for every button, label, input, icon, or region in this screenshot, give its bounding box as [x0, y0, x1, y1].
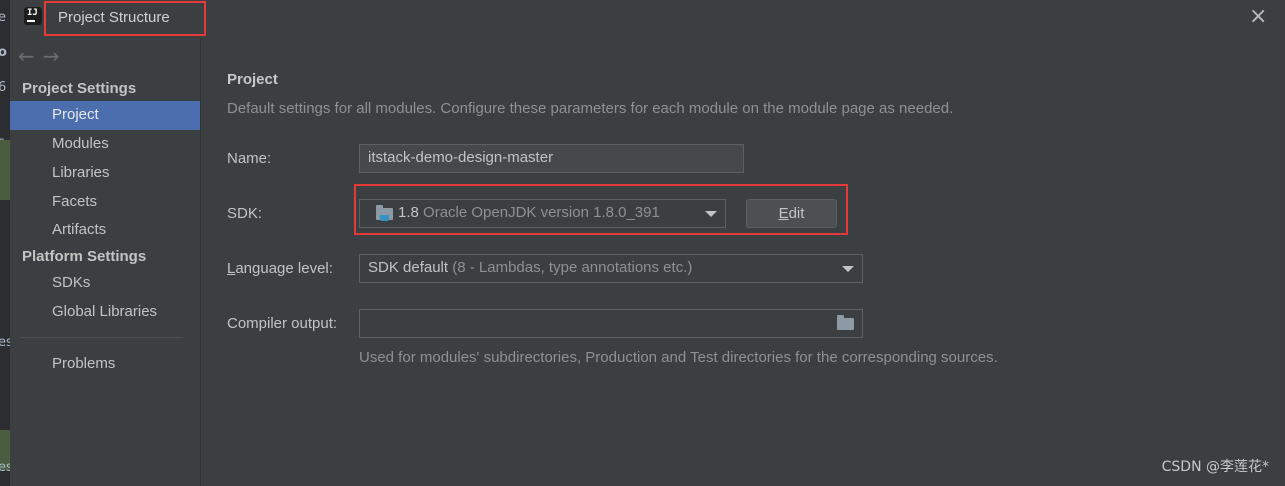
edit-sdk-button[interactable]: Edit [746, 199, 837, 228]
sdk-version: 1.8 [398, 204, 419, 221]
sdk-folder-icon [376, 205, 393, 221]
sidebar-item-problems[interactable]: Problems [10, 350, 200, 379]
sidebar-divider [20, 337, 183, 338]
background-ide-edge: e o 6 s es es [0, 0, 10, 486]
forward-arrow-icon[interactable]: → [43, 44, 68, 68]
close-icon[interactable]: × [1249, 6, 1267, 28]
bg-char: 6 [0, 80, 7, 95]
section-description: Default settings for all modules. Config… [227, 100, 954, 117]
sidebar-item-project[interactable]: Project [10, 101, 200, 130]
project-settings-panel: Project Default settings for all modules… [201, 38, 1285, 486]
window-title: Project Structure [58, 9, 170, 26]
name-label: Name: [227, 150, 272, 167]
intellij-logo-icon: IJ [21, 4, 45, 28]
watermark: CSDN @李莲花* [1161, 459, 1269, 475]
platform-settings-heading: Platform Settings [22, 248, 147, 265]
project-name-input[interactable]: itstack-demo-design-master [359, 144, 744, 173]
browse-folder-icon[interactable] [837, 315, 854, 330]
chevron-down-icon [705, 211, 717, 217]
compiler-output-hint: Used for modules' subdirectories, Produc… [359, 349, 998, 366]
sidebar-item-artifacts[interactable]: Artifacts [10, 216, 200, 245]
sidebar-item-sdks[interactable]: SDKs [10, 269, 200, 298]
language-detail: (8 - Lambdas, type annotations etc.) [452, 259, 693, 276]
sidebar-item-libraries[interactable]: Libraries [10, 159, 200, 188]
sdk-detail: Oracle OpenJDK version 1.8.0_391 [423, 204, 660, 221]
language-label-rest: anguage level: [235, 260, 333, 277]
language-level-label: Language level: [227, 260, 333, 277]
nav-arrows: ←→ [18, 44, 68, 68]
sdk-label: SDK: [227, 205, 263, 222]
edit-label-rest: dit [788, 205, 805, 222]
sidebar-item-modules[interactable]: Modules [10, 130, 200, 159]
bg-char: e [0, 10, 6, 25]
project-settings-heading: Project Settings [22, 80, 137, 97]
language-value: SDK default [368, 259, 449, 276]
bg-block [0, 140, 10, 200]
sidebar-item-facets[interactable]: Facets [10, 188, 200, 217]
bg-char: es [0, 460, 10, 475]
bg-char: o [0, 45, 7, 60]
section-title: Project [227, 71, 278, 88]
edit-mnemonic: E [778, 205, 789, 222]
bg-char: es [0, 335, 10, 350]
sdk-dropdown[interactable]: 1.8 Oracle OpenJDK version 1.8.0_391 [359, 199, 726, 228]
compiler-output-input[interactable] [359, 309, 863, 338]
chevron-down-icon [842, 266, 854, 272]
sidebar-item-global-libraries[interactable]: Global Libraries [10, 298, 200, 327]
back-arrow-icon[interactable]: ← [18, 44, 43, 68]
sidebar: ←→ Project Settings Project Modules Libr… [10, 38, 201, 486]
title-bar: IJ Project Structure × [10, 0, 1285, 38]
language-level-dropdown[interactable]: SDK default (8 - Lambdas, type annotatio… [359, 254, 863, 283]
compiler-output-label: Compiler output: [227, 315, 338, 332]
